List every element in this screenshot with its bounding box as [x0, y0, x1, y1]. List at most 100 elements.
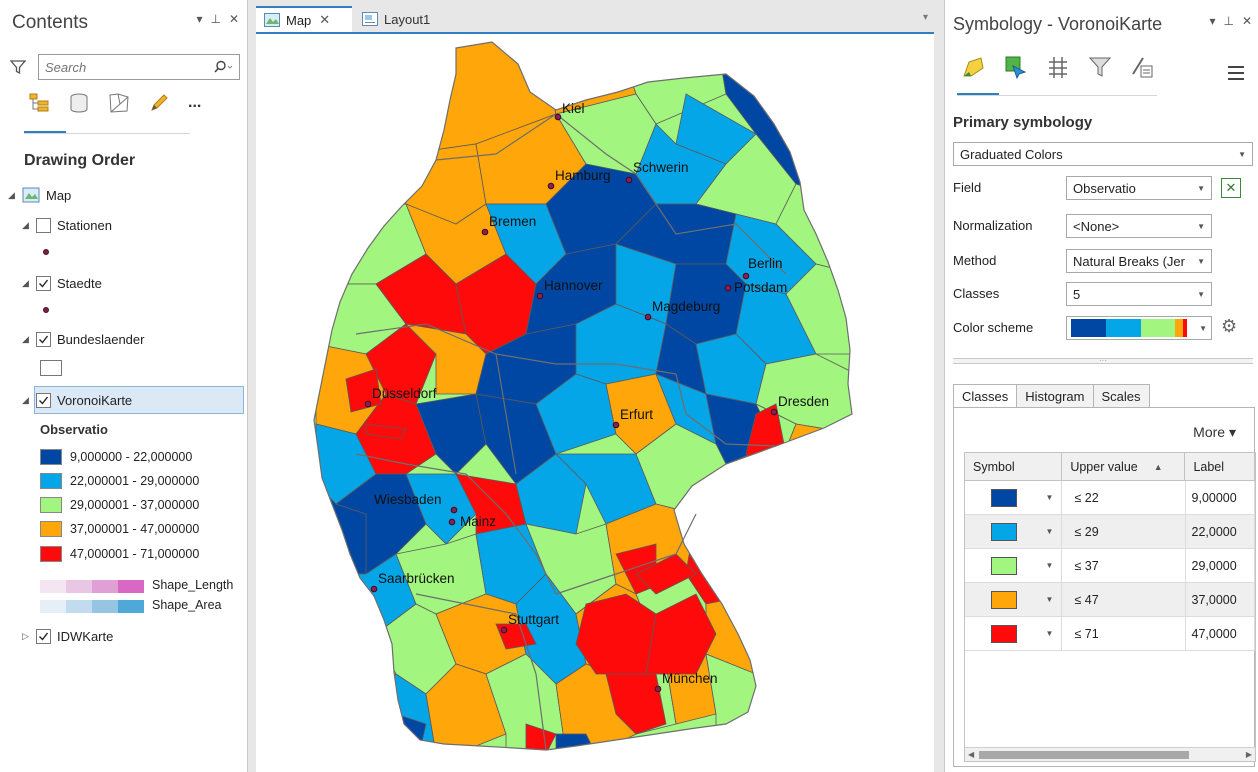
column-header-symbol[interactable]: Symbol: [965, 453, 1063, 480]
layer-row-voronoikarte[interactable]: ◢ VoronoiKarte: [22, 389, 132, 411]
city-point[interactable]: [770, 408, 778, 416]
menu-icon[interactable]: [1228, 66, 1244, 84]
expand-icon[interactable]: ▷: [22, 631, 32, 642]
class-swatch[interactable]: [991, 522, 1017, 541]
vary-symbology-icon[interactable]: [1003, 54, 1029, 80]
chevron-down-icon[interactable]: ▼: [1046, 527, 1054, 536]
symbol-cell[interactable]: ▼: [965, 515, 1063, 548]
class-swatch[interactable]: [991, 624, 1017, 643]
symbol-cell[interactable]: ▼: [965, 549, 1063, 582]
table-row[interactable]: ▼ ≤ 29 22,0000: [965, 515, 1255, 549]
panel-splitter[interactable]: ···: [953, 357, 1253, 365]
city-point[interactable]: [612, 421, 620, 429]
tab-layout1[interactable]: Layout1: [354, 6, 454, 32]
city-point[interactable]: [654, 685, 662, 693]
layer-visibility-checkbox[interactable]: [36, 217, 51, 233]
city-point[interactable]: [554, 113, 562, 121]
collapse-icon[interactable]: ◢: [22, 334, 32, 345]
tab-scales[interactable]: Scales: [1092, 384, 1150, 408]
city-point[interactable]: [644, 313, 652, 321]
city-point[interactable]: [450, 506, 458, 514]
column-header-upper-value[interactable]: Upper value ▲: [1062, 453, 1186, 480]
search-box[interactable]: [38, 54, 240, 80]
city-point[interactable]: [500, 626, 508, 634]
search-icon[interactable]: [213, 60, 233, 74]
upper-value-cell[interactable]: ≤ 22: [1062, 481, 1186, 514]
chevron-down-icon[interactable]: ▼: [1046, 595, 1054, 604]
list-by-source-icon[interactable]: [68, 92, 90, 114]
layer-visibility-checkbox[interactable]: [36, 275, 51, 291]
chevron-down-icon[interactable]: ▼: [1046, 561, 1054, 570]
legend-class-1[interactable]: 9,000000 - 22,000000: [40, 449, 192, 465]
city-point[interactable]: [742, 272, 750, 280]
city-point[interactable]: [370, 585, 378, 593]
layer-row-stationen[interactable]: ◢ Stationen: [22, 214, 112, 236]
table-row[interactable]: ▼ ≤ 37 29,0000: [965, 549, 1255, 583]
legend-class-2[interactable]: 22,000001 - 29,000000: [40, 473, 199, 489]
class-swatch[interactable]: [991, 590, 1017, 609]
normalization-dropdown[interactable]: <None> ▼: [1066, 214, 1212, 238]
method-dropdown[interactable]: Natural Breaks (Jer ▼: [1066, 249, 1212, 273]
label-cell[interactable]: 22,0000: [1186, 515, 1255, 548]
filter-icon[interactable]: [1087, 54, 1113, 80]
tab-list-dropdown[interactable]: ▾: [923, 12, 928, 23]
legend-class-5[interactable]: 47,000001 - 71,000000: [40, 546, 199, 562]
upper-value-cell[interactable]: ≤ 47: [1062, 583, 1186, 616]
upper-value-cell[interactable]: ≤ 37: [1062, 549, 1186, 582]
symbol-cell[interactable]: ▼: [965, 617, 1063, 650]
search-input[interactable]: [45, 59, 185, 75]
city-point[interactable]: [448, 518, 456, 526]
city-point[interactable]: [625, 176, 633, 184]
more-options-button[interactable]: ...: [188, 94, 201, 112]
legend-class-4[interactable]: 37,000001 - 47,000000: [40, 521, 199, 537]
pin-button[interactable]: ⊥: [1223, 14, 1233, 28]
tab-histogram[interactable]: Histogram: [1016, 384, 1094, 408]
city-point[interactable]: [364, 400, 372, 408]
layer-visibility-checkbox[interactable]: [36, 392, 51, 408]
city-point[interactable]: [536, 292, 544, 300]
table-row[interactable]: ▼ ≤ 47 37,0000: [965, 583, 1255, 617]
tab-classes[interactable]: Classes: [953, 384, 1018, 408]
field-dropdown[interactable]: Observatio ▼: [1066, 176, 1212, 200]
column-header-label[interactable]: Label: [1185, 453, 1255, 480]
masking-icon[interactable]: [1129, 54, 1155, 80]
voronoi-map[interactable]: Kiel Schwerin Hamburg Bremen Berlin Potsdam Ha…: [256, 34, 934, 772]
gear-icon[interactable]: ⚙: [1221, 316, 1237, 337]
more-menu-button[interactable]: More ▾: [1193, 424, 1236, 441]
layer-visibility-checkbox[interactable]: [36, 331, 51, 347]
city-point[interactable]: [547, 182, 555, 190]
close-pane-button[interactable]: ✕: [1242, 14, 1252, 28]
class-swatch[interactable]: [991, 488, 1017, 507]
chevron-down-icon[interactable]: ▼: [1046, 629, 1054, 638]
close-pane-button[interactable]: ✕: [229, 12, 239, 26]
layer-row-map[interactable]: ◢ Map: [8, 184, 71, 206]
list-by-editing-icon[interactable]: [148, 92, 170, 114]
collapse-icon[interactable]: ◢: [22, 395, 32, 406]
table-row[interactable]: ▼ ≤ 71 47,0000: [965, 617, 1255, 651]
label-classes-icon[interactable]: [1045, 54, 1071, 80]
filter-icon[interactable]: [10, 59, 26, 75]
classes-dropdown[interactable]: 5 ▼: [1066, 282, 1212, 306]
renderer-dropdown[interactable]: Graduated Colors ▼: [953, 142, 1253, 166]
upper-value-cell[interactable]: ≤ 29: [1062, 515, 1186, 548]
label-cell[interactable]: 37,0000: [1186, 583, 1255, 616]
list-by-drawing-order-icon[interactable]: [28, 92, 50, 114]
color-scheme-dropdown[interactable]: ▼: [1066, 316, 1212, 340]
pane-options-button[interactable]: ▾: [1209, 14, 1215, 28]
legend-class-3[interactable]: 29,000001 - 37,000000: [40, 497, 199, 513]
pin-button[interactable]: ⊥: [210, 12, 220, 26]
label-cell[interactable]: 9,00000: [1186, 481, 1255, 514]
primary-symbology-icon[interactable]: [961, 54, 987, 80]
tab-map[interactable]: Map ✕: [256, 6, 352, 32]
list-by-selection-icon[interactable]: [108, 92, 130, 114]
label-cell[interactable]: 29,0000: [1186, 549, 1255, 582]
close-tab-button[interactable]: ✕: [319, 12, 330, 28]
symbol-cell[interactable]: ▼: [965, 481, 1063, 514]
layer-row-idwkarte[interactable]: ▷ IDWKarte: [22, 625, 113, 647]
class-swatch[interactable]: [991, 556, 1017, 575]
collapse-icon[interactable]: ◢: [22, 220, 32, 231]
scroll-left-icon[interactable]: ◀: [968, 750, 974, 759]
layer-row-staedte[interactable]: ◢ Staedte: [22, 272, 102, 294]
map-canvas[interactable]: Kiel Schwerin Hamburg Bremen Berlin Potsdam Ha…: [256, 32, 934, 772]
table-row[interactable]: ▼ ≤ 22 9,00000: [965, 481, 1255, 515]
